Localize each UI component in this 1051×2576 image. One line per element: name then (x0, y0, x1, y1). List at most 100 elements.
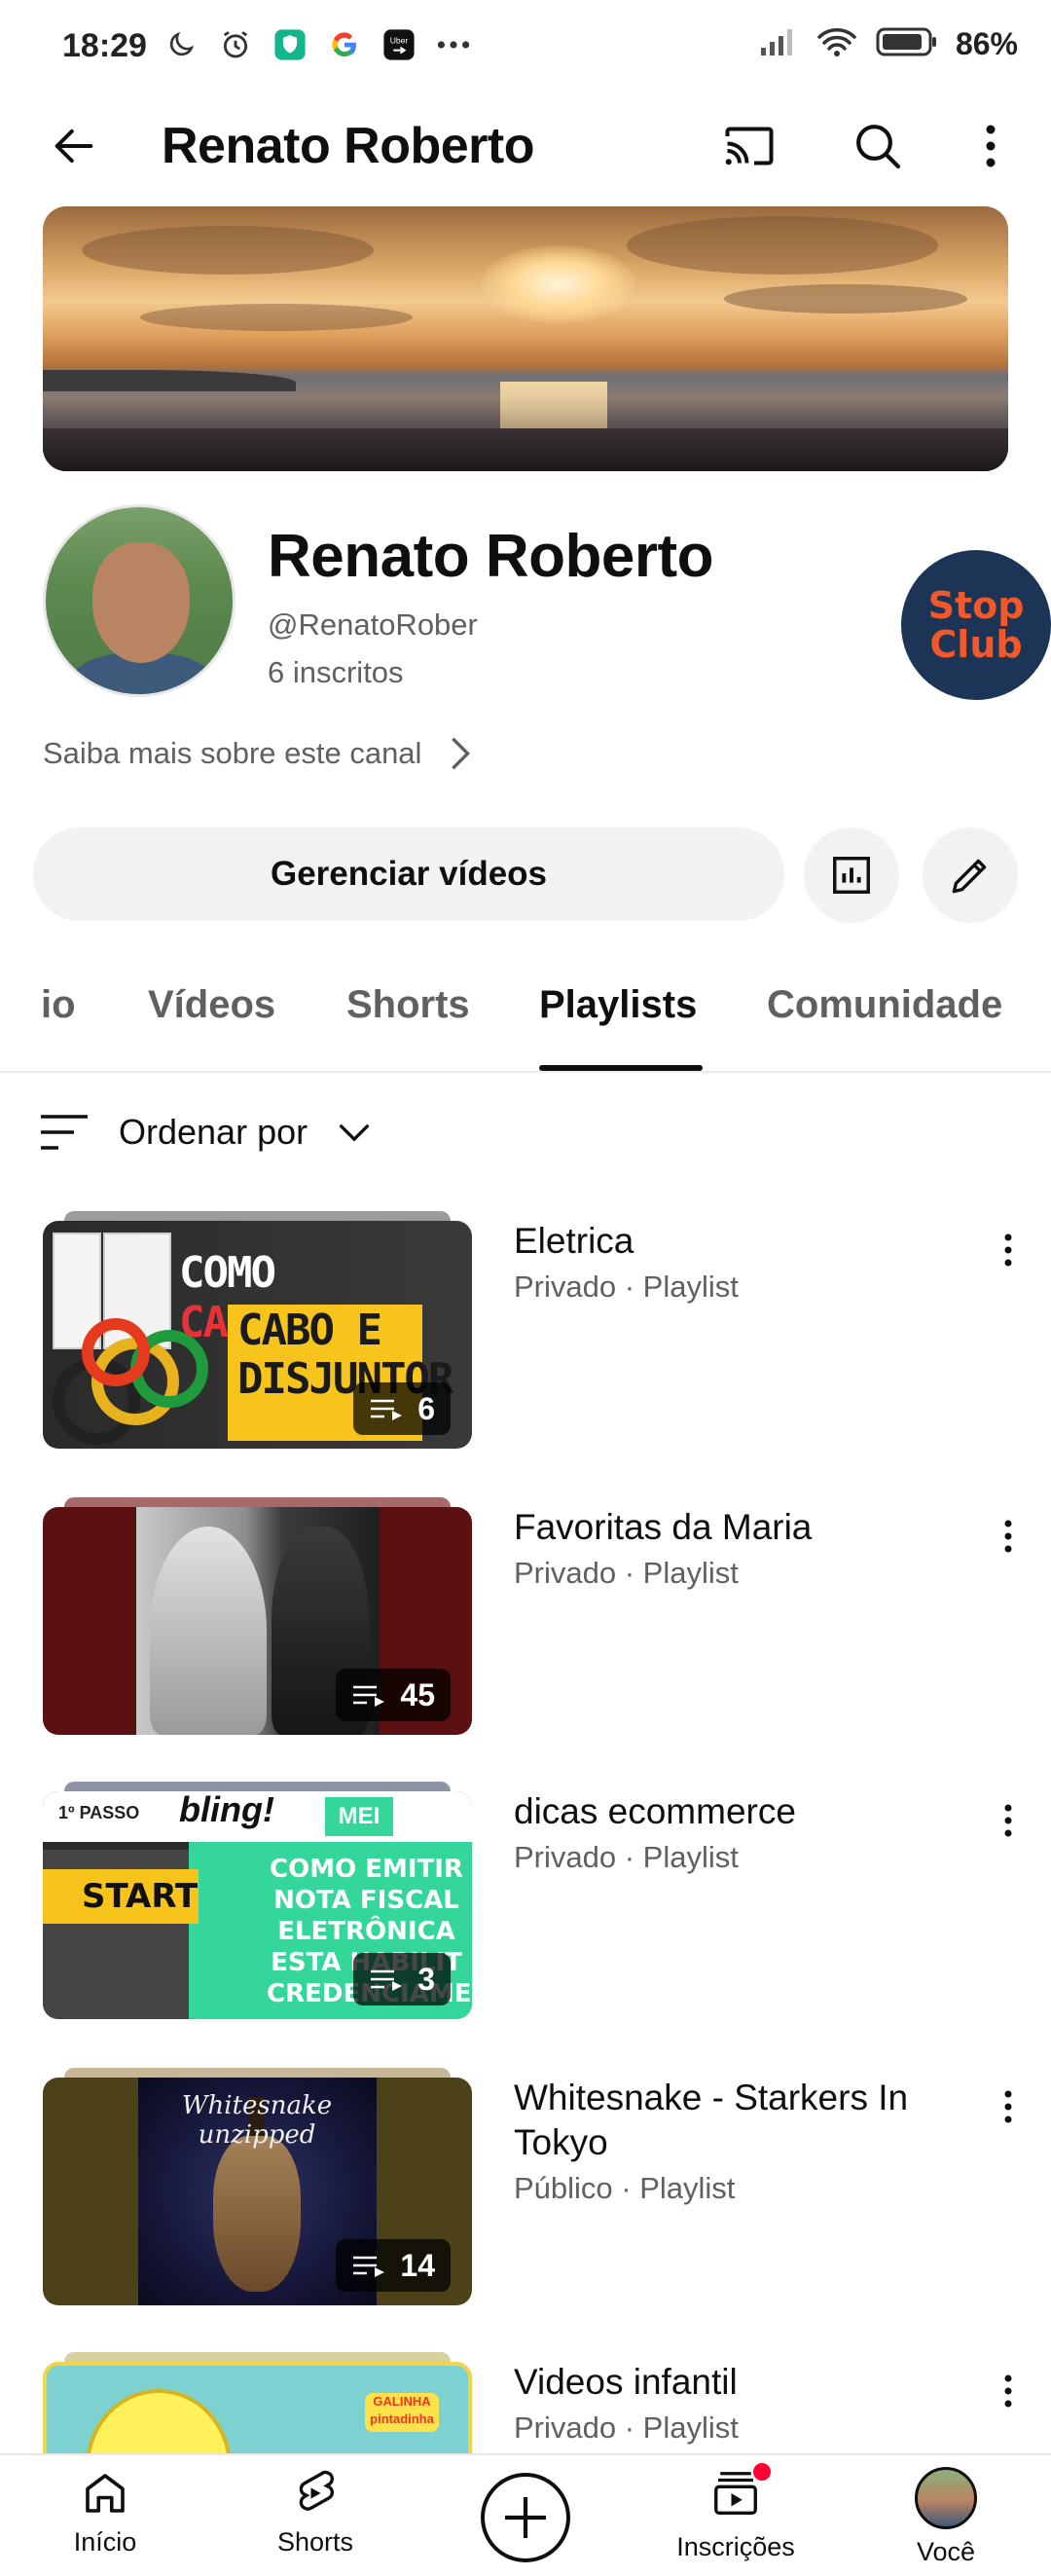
playlist-icon (353, 2256, 385, 2277)
home-icon (86, 2474, 125, 2513)
playlist-title[interactable]: Videos infantil (514, 2360, 961, 2405)
plus-icon (505, 2497, 546, 2538)
avatar (915, 2467, 977, 2529)
playlist-more-button[interactable] (989, 1507, 1028, 1565)
subscriptions-icon-wrap (707, 2463, 771, 2524)
nav-subscriptions[interactable]: Inscrições (658, 2463, 814, 2562)
signal-icon (759, 26, 798, 62)
about-channel-link[interactable]: Saiba mais sobre este canal (43, 735, 472, 772)
playlist-meta: Público · Playlist (514, 2171, 736, 2205)
more-vert-icon (1004, 2090, 1012, 2123)
page-title: Renato Roberto (162, 118, 535, 174)
more-notifications-icon (436, 27, 471, 62)
create-button[interactable] (481, 2473, 570, 2562)
status-time: 18:29 (62, 27, 147, 64)
more-vert-icon (1004, 1804, 1012, 1837)
pencil-icon (952, 859, 987, 894)
playlist-title[interactable]: Eletrica (514, 1219, 961, 1264)
playlist-meta: Privado · Playlist (514, 2410, 739, 2445)
playlist-video-count: 3 (353, 1953, 451, 2006)
playlist-more-button[interactable] (989, 2362, 1028, 2420)
playlist-item[interactable]: 1º PASSO bling! MEI START COMO EMITIR NO… (0, 1782, 1051, 2025)
channel-avatar[interactable] (43, 504, 236, 697)
battery-icon (876, 26, 938, 62)
playlist-thumbnail[interactable]: 45 (43, 1497, 472, 1741)
status-bar: 18:29 Uber 86% (0, 0, 1051, 97)
playlist-count-label: 6 (417, 1390, 435, 1426)
tab-videos[interactable]: Vídeos (148, 983, 275, 1027)
playlist-thumbnail[interactable]: Whitesnake unzipped 14 (43, 2068, 472, 2311)
stop-club-line1: Stop (927, 584, 1025, 627)
manage-videos-button[interactable]: Gerenciar vídeos (33, 828, 784, 921)
more-options-button[interactable] (960, 115, 1022, 177)
back-button[interactable] (43, 115, 105, 177)
shield-app-icon (272, 27, 308, 62)
thumb-text: bling! (179, 1791, 274, 1829)
playlist-thumbnail[interactable]: 1º PASSO bling! MEI START COMO EMITIR NO… (43, 1782, 472, 2025)
chevron-right-icon (452, 737, 471, 770)
chevron-down-icon (339, 1123, 370, 1142)
arrow-left-icon (54, 129, 93, 164)
sort-icon (41, 1115, 88, 1150)
uber-icon: Uber (381, 27, 417, 62)
thumb-text: MEI (325, 1797, 393, 1836)
more-vert-icon (1004, 1520, 1012, 1553)
sort-button[interactable]: Ordenar por (39, 1112, 372, 1153)
analytics-button[interactable] (804, 828, 899, 923)
nav-home-label: Início (73, 2527, 137, 2557)
tab-playlists[interactable]: Playlists (539, 983, 697, 1027)
playlist-count-label: 45 (400, 1676, 435, 1712)
playlist-title[interactable]: dicas ecommerce (514, 1789, 961, 1834)
edit-channel-button[interactable] (923, 828, 1018, 923)
channel-banner (43, 206, 1008, 471)
tab-shorts[interactable]: Shorts (346, 983, 470, 1027)
search-icon (856, 125, 901, 169)
playlist-icon (371, 1399, 403, 1420)
thumb-text: Whitesnake (181, 2091, 333, 2120)
playlist-item[interactable]: COMO CALCULAR CABO EDISJUNTOR 6 Eletrica… (0, 1211, 1051, 1454)
thumb-text: unzipped (198, 2120, 316, 2150)
bottom-navigation: Início Shorts Inscrições Você (0, 2453, 1051, 2576)
shorts-icon (299, 2470, 334, 2511)
nav-shorts[interactable]: Shorts (237, 2467, 393, 2558)
cast-button[interactable] (718, 115, 780, 177)
playlist-video-count: 6 (353, 1382, 451, 1435)
playlist-video-count: 14 (336, 2239, 451, 2292)
thumb-text: START (43, 1869, 199, 1924)
more-vert-icon (1004, 1233, 1012, 1267)
playlist-count-label: 3 (417, 1961, 435, 1997)
notification-dot (753, 2463, 771, 2481)
thumb-text: GALINHA pintadinha (365, 2393, 439, 2432)
playlist-title[interactable]: Whitesnake - Starkers In Tokyo (514, 2076, 961, 2165)
playlist-item[interactable]: Whitesnake unzipped 14 Whitesnake - Star… (0, 2068, 1051, 2311)
channel-name: Renato Roberto (268, 523, 714, 590)
about-channel-label: Saiba mais sobre este canal (43, 736, 422, 770)
playlist-meta: Privado · Playlist (514, 1556, 739, 1590)
channel-handle: @RenatoRober (268, 607, 478, 642)
playlist-video-count: 45 (336, 1669, 451, 1721)
nav-you[interactable]: Você (868, 2467, 1024, 2567)
playlist-item[interactable]: 45 Favoritas da Maria Privado · Playlist (0, 1497, 1051, 1741)
moon-icon (163, 27, 199, 62)
playlist-icon (371, 1969, 403, 1991)
playlist-more-button[interactable] (989, 1221, 1028, 1279)
search-button[interactable] (847, 115, 909, 177)
tab-home[interactable]: io (41, 983, 76, 1027)
sort-label: Ordenar por (119, 1112, 308, 1152)
playlist-meta: Privado · Playlist (514, 1270, 739, 1304)
battery-percent: 86% (955, 26, 1018, 61)
more-vert-icon (986, 125, 996, 167)
stop-club-badge[interactable]: Stop Club (901, 550, 1051, 700)
app-bar: Renato Roberto (0, 97, 1051, 195)
nav-home[interactable]: Início (27, 2467, 183, 2558)
playlist-icon (353, 1685, 385, 1707)
playlist-meta: Privado · Playlist (514, 1840, 739, 1874)
cast-icon (725, 127, 774, 166)
playlist-more-button[interactable] (989, 2078, 1028, 2136)
google-icon (327, 27, 362, 62)
playlist-title[interactable]: Favoritas da Maria (514, 1505, 961, 1550)
playlist-more-button[interactable] (989, 1791, 1028, 1850)
tab-community[interactable]: Comunidade (767, 983, 1002, 1027)
playlist-count-label: 14 (400, 2247, 435, 2283)
playlist-thumbnail[interactable]: COMO CALCULAR CABO EDISJUNTOR 6 (43, 1211, 472, 1454)
